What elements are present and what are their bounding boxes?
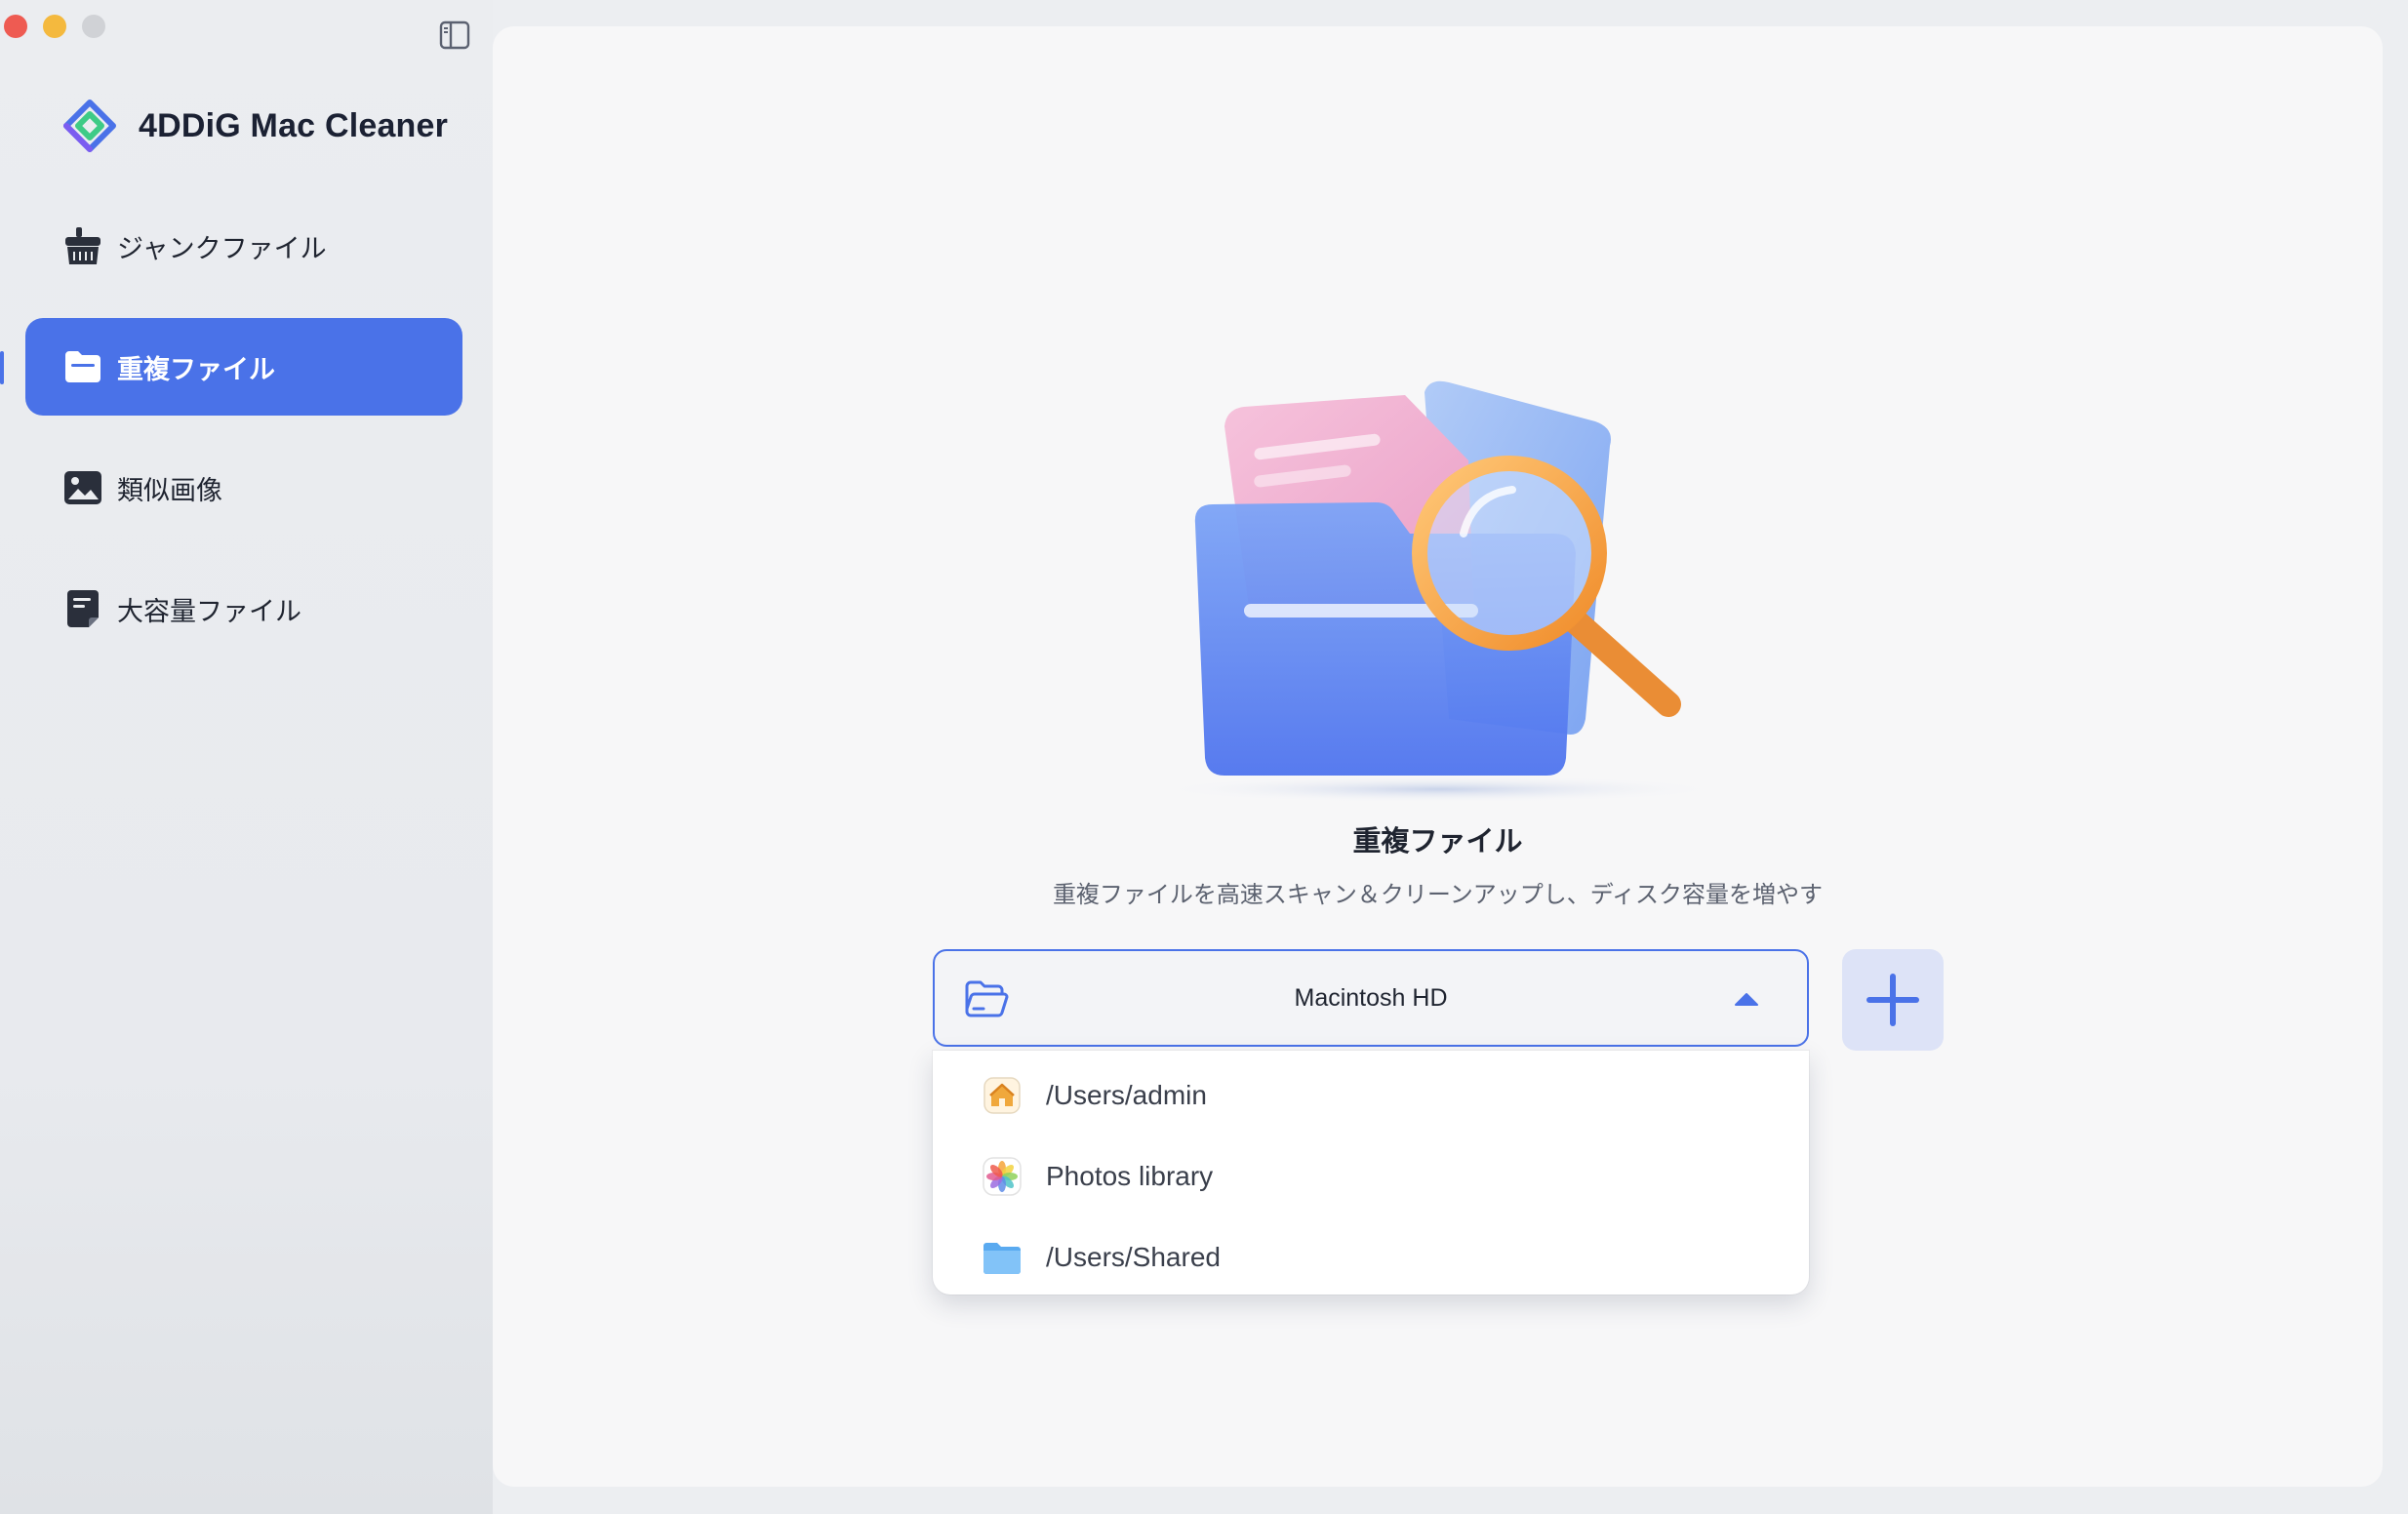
sidebar-item-junk-files[interactable]: ジャンクファイル <box>25 197 462 295</box>
duplicate-files-illustration <box>1156 380 1722 803</box>
sidebar-item-label: 類似画像 <box>117 475 222 505</box>
broom-icon <box>62 225 103 266</box>
sidebar-item-similar-images[interactable]: 類似画像 <box>25 439 462 537</box>
app-logo-icon <box>63 100 116 152</box>
sidebar-item-label: ジャンクファイル <box>117 233 327 263</box>
folder-icon <box>982 1237 1023 1278</box>
window-controls <box>4 15 105 38</box>
sidebar-item-label: 重複ファイル <box>117 354 275 384</box>
app-window: 4DDiG Mac Cleaner ジャンクファイル 重複ファイル 類似画像 大… <box>0 0 2408 1514</box>
dropdown-option-label: /Users/Shared <box>1046 1242 1221 1272</box>
sidebar-toggle-icon[interactable] <box>438 19 471 52</box>
dropdown-option-photos-library[interactable]: Photos library <box>933 1137 1809 1215</box>
sidebar-item-large-files[interactable]: 大容量ファイル <box>25 560 462 657</box>
large-file-icon <box>62 588 103 629</box>
maximize-window-button[interactable] <box>82 15 105 38</box>
dropdown-option-users-shared[interactable]: /Users/Shared <box>933 1218 1809 1296</box>
app-title: 4DDiG Mac Cleaner <box>139 106 449 144</box>
image-icon <box>62 467 103 508</box>
dropdown-option-label: /Users/admin <box>1046 1080 1207 1110</box>
photos-icon <box>982 1156 1023 1197</box>
main-panel: 重複ファイル 重複ファイルを高速スキャン＆クリーンアップし、ディスク容量を増やす… <box>493 26 2383 1487</box>
dropdown-option-label: Photos library <box>1046 1161 1214 1191</box>
caret-up-icon <box>1735 993 1758 1006</box>
add-location-button[interactable] <box>1842 949 1944 1051</box>
brand: 4DDiG Mac Cleaner <box>62 99 448 153</box>
page-title: 重複ファイル <box>1352 826 1523 857</box>
folder-icon <box>62 346 103 387</box>
minimize-window-button[interactable] <box>43 15 66 38</box>
sidebar-nav: ジャンクファイル 重複ファイル 類似画像 大容量ファイル <box>0 197 462 681</box>
close-window-button[interactable] <box>4 15 27 38</box>
scan-location-select[interactable]: Macintosh HD <box>933 949 1809 1047</box>
page-subtitle: 重複ファイルを高速スキャン＆クリーンアップし、ディスク容量を増やす <box>1052 882 1824 908</box>
active-indicator <box>0 351 4 384</box>
selected-location: Macintosh HD <box>1294 984 1448 1012</box>
location-dropdown-menu: /Users/admin Photos library /Users/Share… <box>933 1051 1809 1295</box>
plus-icon <box>1866 974 1919 1026</box>
sidebar-item-label: 大容量ファイル <box>117 596 301 626</box>
sidebar: 4DDiG Mac Cleaner ジャンクファイル 重複ファイル 類似画像 大… <box>0 0 493 1514</box>
sidebar-item-duplicate-files[interactable]: 重複ファイル <box>0 318 462 416</box>
dropdown-option-users-admin[interactable]: /Users/admin <box>933 1056 1809 1135</box>
home-icon <box>982 1075 1023 1116</box>
